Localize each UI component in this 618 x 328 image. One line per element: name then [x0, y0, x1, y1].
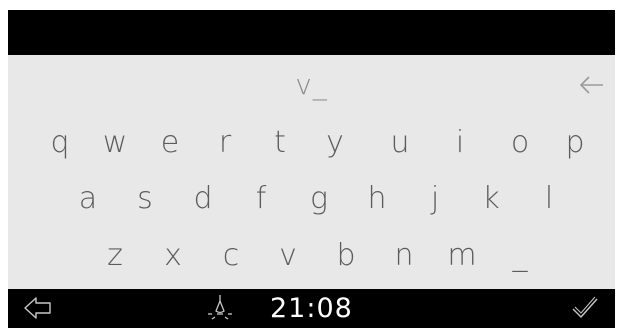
key-y[interactable]: y [315, 121, 355, 165]
keyboard-row-3: z x c v b n m _ [8, 234, 615, 278]
key-d[interactable]: d [183, 177, 223, 221]
text-entry-display: v_ [295, 68, 328, 101]
key-m[interactable]: m [442, 234, 482, 278]
key-underscore[interactable]: _ [500, 234, 540, 278]
keyboard-row-2: a s d f g h j k l [8, 177, 615, 221]
key-f[interactable]: f [241, 177, 281, 221]
key-i[interactable]: i [440, 121, 480, 165]
key-b[interactable]: b [326, 234, 366, 278]
keyboard-panel: v_ q w e r t y u i o p a s d f g h j k l… [8, 55, 615, 289]
key-p[interactable]: p [555, 121, 595, 165]
key-z[interactable]: z [95, 234, 135, 278]
key-x[interactable]: x [153, 234, 193, 278]
key-r[interactable]: r [205, 121, 245, 165]
lightbulb-icon [208, 295, 232, 320]
confirm-button[interactable] [569, 293, 601, 323]
key-w[interactable]: w [95, 121, 135, 165]
back-arrow-icon [24, 297, 51, 319]
key-l[interactable]: l [529, 177, 569, 221]
keyboard-row-1: q w e r t y u i o p [8, 121, 615, 165]
key-h[interactable]: h [357, 177, 397, 221]
screen: v_ q w e r t y u i o p a s d f g h j k l… [0, 0, 618, 328]
top-bar [8, 10, 615, 55]
key-k[interactable]: k [471, 177, 511, 221]
key-o[interactable]: o [500, 121, 540, 165]
key-t[interactable]: t [260, 121, 300, 165]
key-u[interactable]: u [380, 121, 420, 165]
checkmark-icon [572, 296, 598, 318]
key-v[interactable]: v [268, 234, 308, 278]
brightness-control[interactable] [205, 293, 235, 323]
clock-time: 21:08 [270, 293, 353, 324]
key-s[interactable]: s [125, 177, 165, 221]
backspace-button[interactable] [577, 67, 607, 103]
key-q[interactable]: q [40, 121, 80, 165]
key-c[interactable]: c [211, 234, 251, 278]
key-j[interactable]: j [415, 177, 455, 221]
back-button[interactable] [22, 293, 54, 323]
key-n[interactable]: n [384, 234, 424, 278]
bottom-bar: 21:08 [8, 289, 615, 328]
key-g[interactable]: g [299, 177, 339, 221]
key-a[interactable]: a [68, 177, 108, 221]
backspace-arrow-icon [579, 76, 603, 94]
key-e[interactable]: e [150, 121, 190, 165]
